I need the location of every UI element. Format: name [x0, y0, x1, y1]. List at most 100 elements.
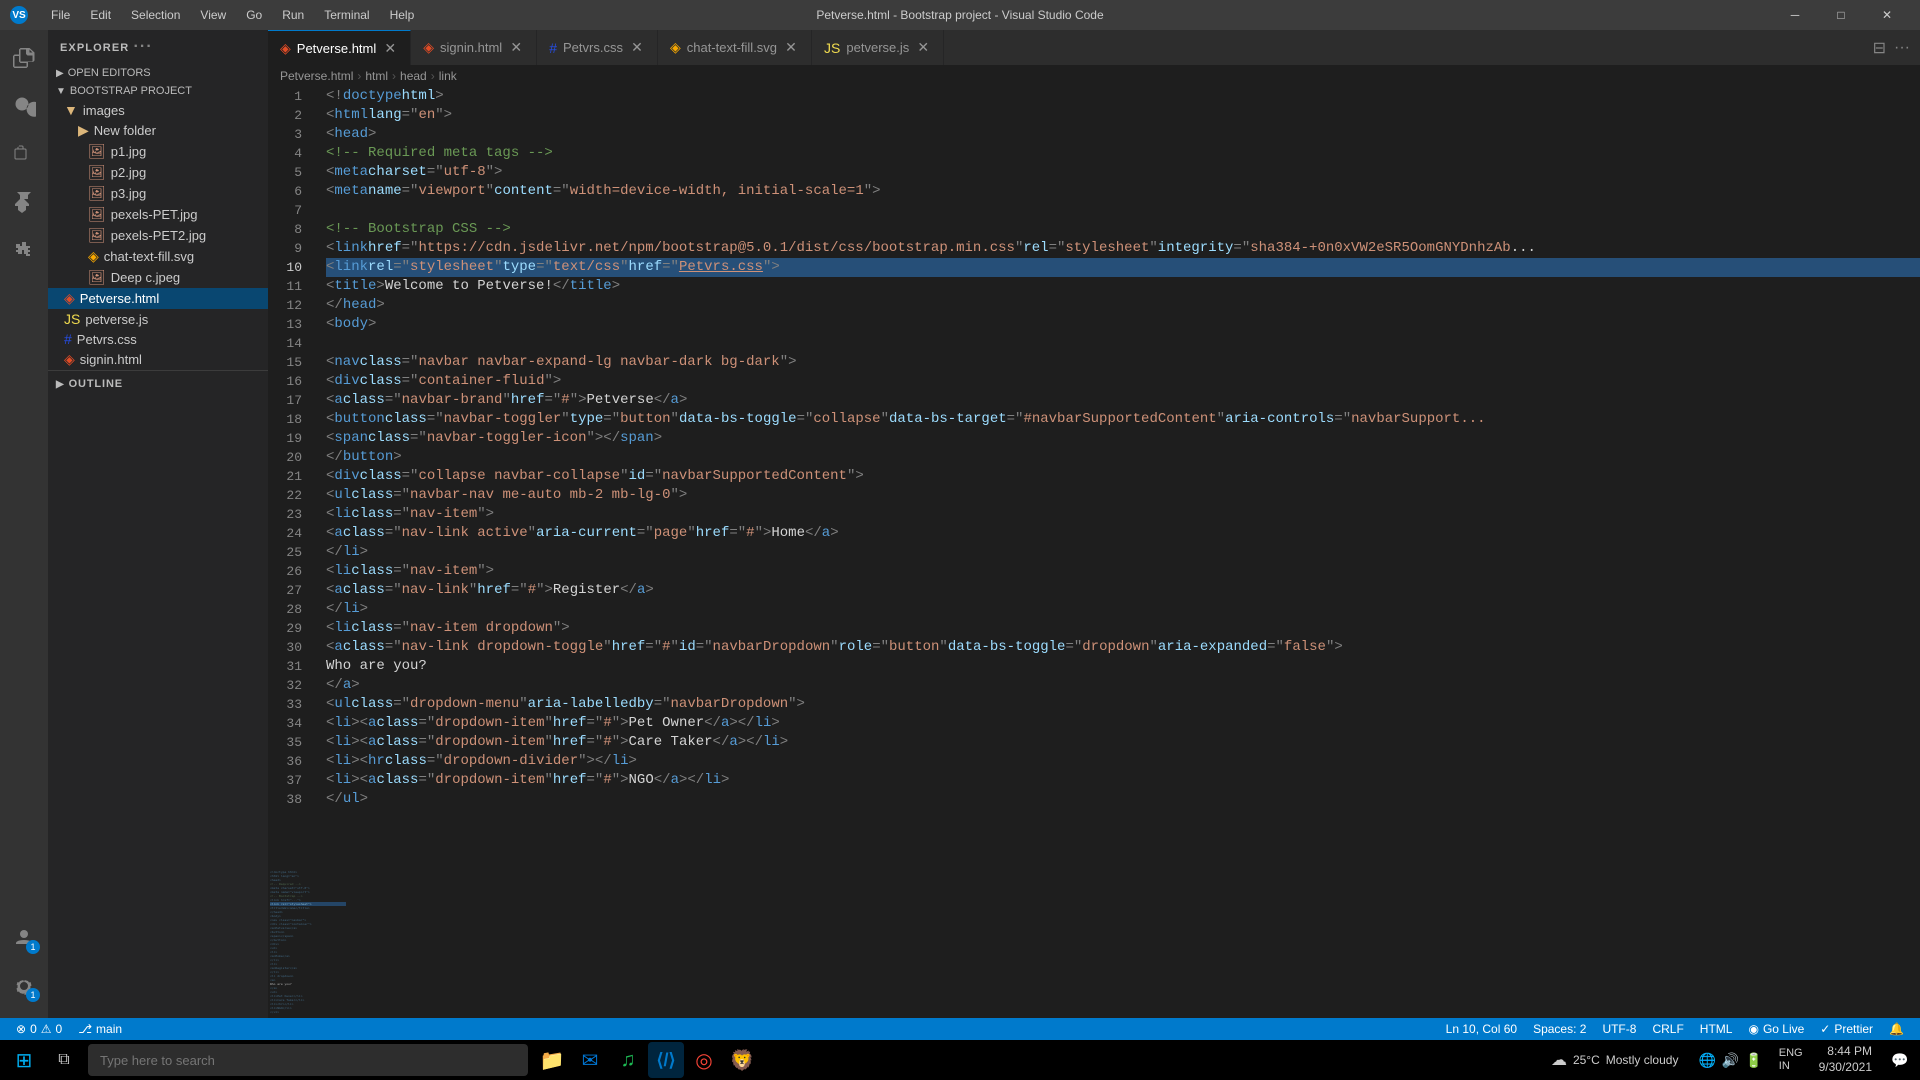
code-line-16: <div class="container-fluid"> — [326, 372, 1920, 391]
explorer-more-button[interactable]: ··· — [133, 38, 152, 55]
line-col-status[interactable]: Ln 10, Col 60 — [1438, 1018, 1525, 1040]
taskbar-vscode-icon[interactable]: ⟨/⟩ — [648, 1042, 684, 1078]
file-petverse-html[interactable]: ◈ Petverse.html — [48, 288, 268, 309]
prettier-status[interactable]: ✓ Prettier — [1812, 1018, 1881, 1040]
menu-go[interactable]: Go — [236, 0, 272, 30]
tab-chat-svg[interactable]: ◈ chat-text-fill.svg ✕ — [658, 30, 812, 65]
language-status[interactable]: HTML — [1692, 1018, 1741, 1040]
breadcrumb-html[interactable]: html — [365, 69, 388, 83]
file-petverse-js[interactable]: JS petverse.js — [48, 309, 268, 329]
start-button[interactable]: ⊞ — [4, 1040, 44, 1080]
file-pexels2[interactable]: 🖼 pexels-PET2.jpg — [48, 225, 268, 246]
file-deep[interactable]: 🖼 Deep c.jpeg — [48, 267, 268, 288]
menu-run[interactable]: Run — [272, 0, 314, 30]
activity-debug[interactable] — [0, 178, 48, 226]
menu-help[interactable]: Help — [380, 0, 425, 30]
taskbar-explorer-icon[interactable]: 📁 — [534, 1042, 570, 1078]
activity-settings[interactable]: 1 — [0, 962, 48, 1010]
taskbar-spotify-icon[interactable]: ♫ — [610, 1042, 646, 1078]
breadcrumb: Petverse.html › html › head › link — [268, 65, 1920, 87]
app-body: 1 1 EXPLORER ··· ▶ OPEN EDITORS ▼ BOOTST… — [0, 30, 1920, 1018]
tab-petvrs-css[interactable]: # Petvrs.css ✕ — [537, 30, 658, 65]
activity-git[interactable] — [0, 130, 48, 178]
title-bar-left: VS File Edit Selection View Go Run Termi… — [10, 0, 424, 30]
code-line-17: <a class="navbar-brand" href="#">Petvers… — [326, 391, 1920, 410]
taskbar-brave-icon[interactable]: 🦁 — [724, 1042, 760, 1078]
explorer-title: EXPLORER ··· — [48, 30, 268, 64]
taskview-button[interactable]: ⧉ — [46, 1042, 82, 1078]
tab-close-petverse[interactable]: ✕ — [382, 40, 398, 56]
battery-icon[interactable]: 🔋 — [1745, 1052, 1762, 1069]
volume-icon[interactable]: 🔊 — [1722, 1052, 1739, 1069]
title-bar-menu: File Edit Selection View Go Run Terminal… — [41, 0, 424, 30]
action-center-button[interactable]: 💬 — [1884, 1040, 1916, 1080]
line-ending-status[interactable]: CRLF — [1644, 1018, 1691, 1040]
sidebar: EXPLORER ··· ▶ OPEN EDITORS ▼ BOOTSTRAP … — [48, 30, 268, 1018]
menu-file[interactable]: File — [41, 0, 80, 30]
encoding-status[interactable]: UTF-8 — [1594, 1018, 1644, 1040]
taskbar-email-icon[interactable]: ✉ — [572, 1042, 608, 1078]
code-line-29: <li class="nav-item dropdown"> — [326, 619, 1920, 638]
errors-status[interactable]: ⊗ 0 ⚠ 0 — [8, 1018, 70, 1040]
code-line-12: </head> — [326, 296, 1920, 315]
tab-close-signin[interactable]: ✕ — [508, 40, 524, 56]
spotify-icon: ♫ — [621, 1049, 636, 1072]
weather-condition: Mostly cloudy — [1606, 1053, 1679, 1067]
code-line-14 — [326, 334, 1920, 353]
activity-explorer[interactable] — [0, 34, 48, 82]
taskbar-chrome-icon[interactable]: ◎ — [686, 1042, 722, 1078]
file-petvrs-css[interactable]: # Petvrs.css — [48, 329, 268, 349]
notifications-status[interactable]: 🔔 — [1881, 1018, 1912, 1040]
file-p1[interactable]: 🖼 p1.jpg — [48, 141, 268, 162]
bootstrap-project-header[interactable]: ▼ BOOTSTRAP PROJECT — [48, 82, 268, 100]
activity-account[interactable]: 1 — [0, 914, 48, 962]
window-title: Petverse.html - Bootstrap project - Visu… — [816, 8, 1103, 22]
folder-images[interactable]: ▼ images — [48, 100, 268, 120]
tab-petverse-js[interactable]: JS petverse.js ✕ — [812, 30, 944, 65]
file-chat-svg[interactable]: ◈ chat-text-fill.svg — [48, 246, 268, 267]
menu-view[interactable]: View — [190, 0, 236, 30]
code-editor[interactable]: 1 2 3 4 5 6 7 8 9 10 11 12 13 14 15 16 1… — [268, 87, 1920, 866]
folder-new[interactable]: ▶ New folder — [48, 120, 268, 141]
tab-signin-html[interactable]: ◈ signin.html ✕ — [411, 30, 537, 65]
css-icon: # — [64, 331, 72, 347]
code-line-37: <li><a class="dropdown-item" href="#">NG… — [326, 771, 1920, 790]
minimize-button[interactable]: ─ — [1772, 0, 1818, 30]
tab-close-js[interactable]: ✕ — [915, 40, 931, 56]
go-live-status[interactable]: ◉ Go Live — [1740, 1018, 1812, 1040]
file-pexels1[interactable]: 🖼 pexels-PET.jpg — [48, 204, 268, 225]
breadcrumb-link[interactable]: link — [439, 69, 457, 83]
breadcrumb-head[interactable]: head — [400, 69, 427, 83]
menu-selection[interactable]: Selection — [121, 0, 190, 30]
maximize-button[interactable]: □ — [1818, 0, 1864, 30]
open-editors-header[interactable]: ▶ OPEN EDITORS — [48, 64, 268, 82]
outline-header[interactable]: ▶ OUTLINE — [48, 375, 268, 393]
more-actions-button[interactable]: ··· — [1892, 37, 1912, 59]
file-p3[interactable]: 🖼 p3.jpg — [48, 183, 268, 204]
menu-edit[interactable]: Edit — [80, 0, 121, 30]
code-line-20: </button> — [326, 448, 1920, 467]
branch-status[interactable]: ⎇ main — [70, 1018, 130, 1040]
breadcrumb-file[interactable]: Petverse.html — [280, 69, 353, 83]
menu-terminal[interactable]: Terminal — [314, 0, 379, 30]
tab-petverse-html[interactable]: ◈ Petverse.html ✕ — [268, 30, 411, 65]
close-button[interactable]: ✕ — [1864, 0, 1910, 30]
tab-label: chat-text-fill.svg — [687, 40, 777, 55]
code-line-27: <a class="nav-link" href="#">Register</a… — [326, 581, 1920, 600]
network-icon[interactable]: 🌐 — [1698, 1052, 1715, 1069]
file-signin-html[interactable]: ◈ signin.html — [48, 349, 268, 370]
split-editor-button[interactable]: ⊟ — [1871, 36, 1888, 60]
code-line-33: <ul class="dropdown-menu" aria-labelledb… — [326, 695, 1920, 714]
tab-label: petverse.js — [846, 40, 909, 55]
taskbar-search-input[interactable] — [88, 1044, 528, 1076]
code-line-18: <button class="navbar-toggler" type="but… — [326, 410, 1920, 429]
activity-extensions[interactable] — [0, 226, 48, 274]
file-p2[interactable]: 🖼 p2.jpg — [48, 162, 268, 183]
spaces-status[interactable]: Spaces: 2 — [1525, 1018, 1594, 1040]
email-icon: ✉ — [582, 1048, 599, 1073]
tab-close-svg[interactable]: ✕ — [783, 40, 799, 56]
code-content[interactable]: <!doctype html> <html lang="en"> <head> … — [318, 87, 1920, 866]
code-line-11: <title>Welcome to Petverse!</title> — [326, 277, 1920, 296]
activity-search[interactable] — [0, 82, 48, 130]
tab-close-css[interactable]: ✕ — [629, 40, 645, 56]
